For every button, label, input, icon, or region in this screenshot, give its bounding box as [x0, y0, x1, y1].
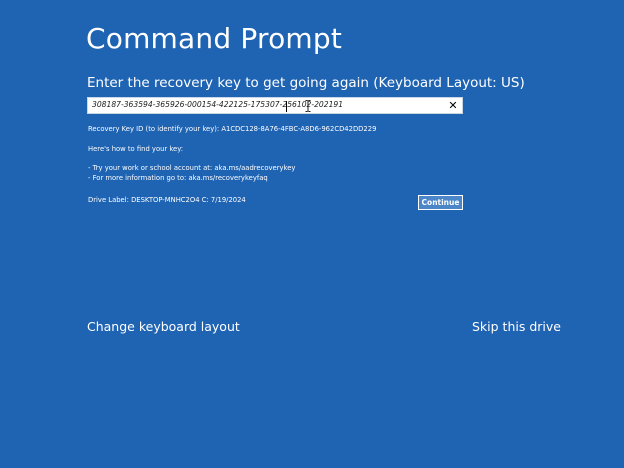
drive-label: Drive Label: DESKTOP-MNHC2O4 C: 7/19/202… [88, 196, 246, 204]
tip-account-link: - Try your work or school account at: ak… [88, 164, 296, 172]
skip-this-drive-link[interactable]: Skip this drive [472, 319, 561, 334]
close-icon[interactable]: ✕ [448, 99, 457, 112]
change-keyboard-layout-link[interactable]: Change keyboard layout [87, 319, 240, 334]
recovery-prompt-heading: Enter the recovery key to get going agai… [87, 75, 525, 91]
text-cursor-icon [305, 100, 311, 112]
text-caret [286, 101, 287, 112]
page-title: Command Prompt [86, 22, 343, 55]
recovery-key-input[interactable]: 308187-363594-365926-000154-422125-17530… [87, 97, 463, 114]
clear-input-button[interactable]: ✕ [447, 99, 459, 112]
recovery-key-id: Recovery Key ID (to identify your key): … [88, 125, 377, 133]
tip-faq-link: - For more information go to: aka.ms/rec… [88, 174, 268, 182]
continue-button[interactable]: Continue [418, 195, 463, 210]
how-to-heading: Here's how to find your key: [88, 145, 184, 153]
bitlocker-recovery-screen: Command Prompt Enter the recovery key to… [0, 0, 624, 468]
